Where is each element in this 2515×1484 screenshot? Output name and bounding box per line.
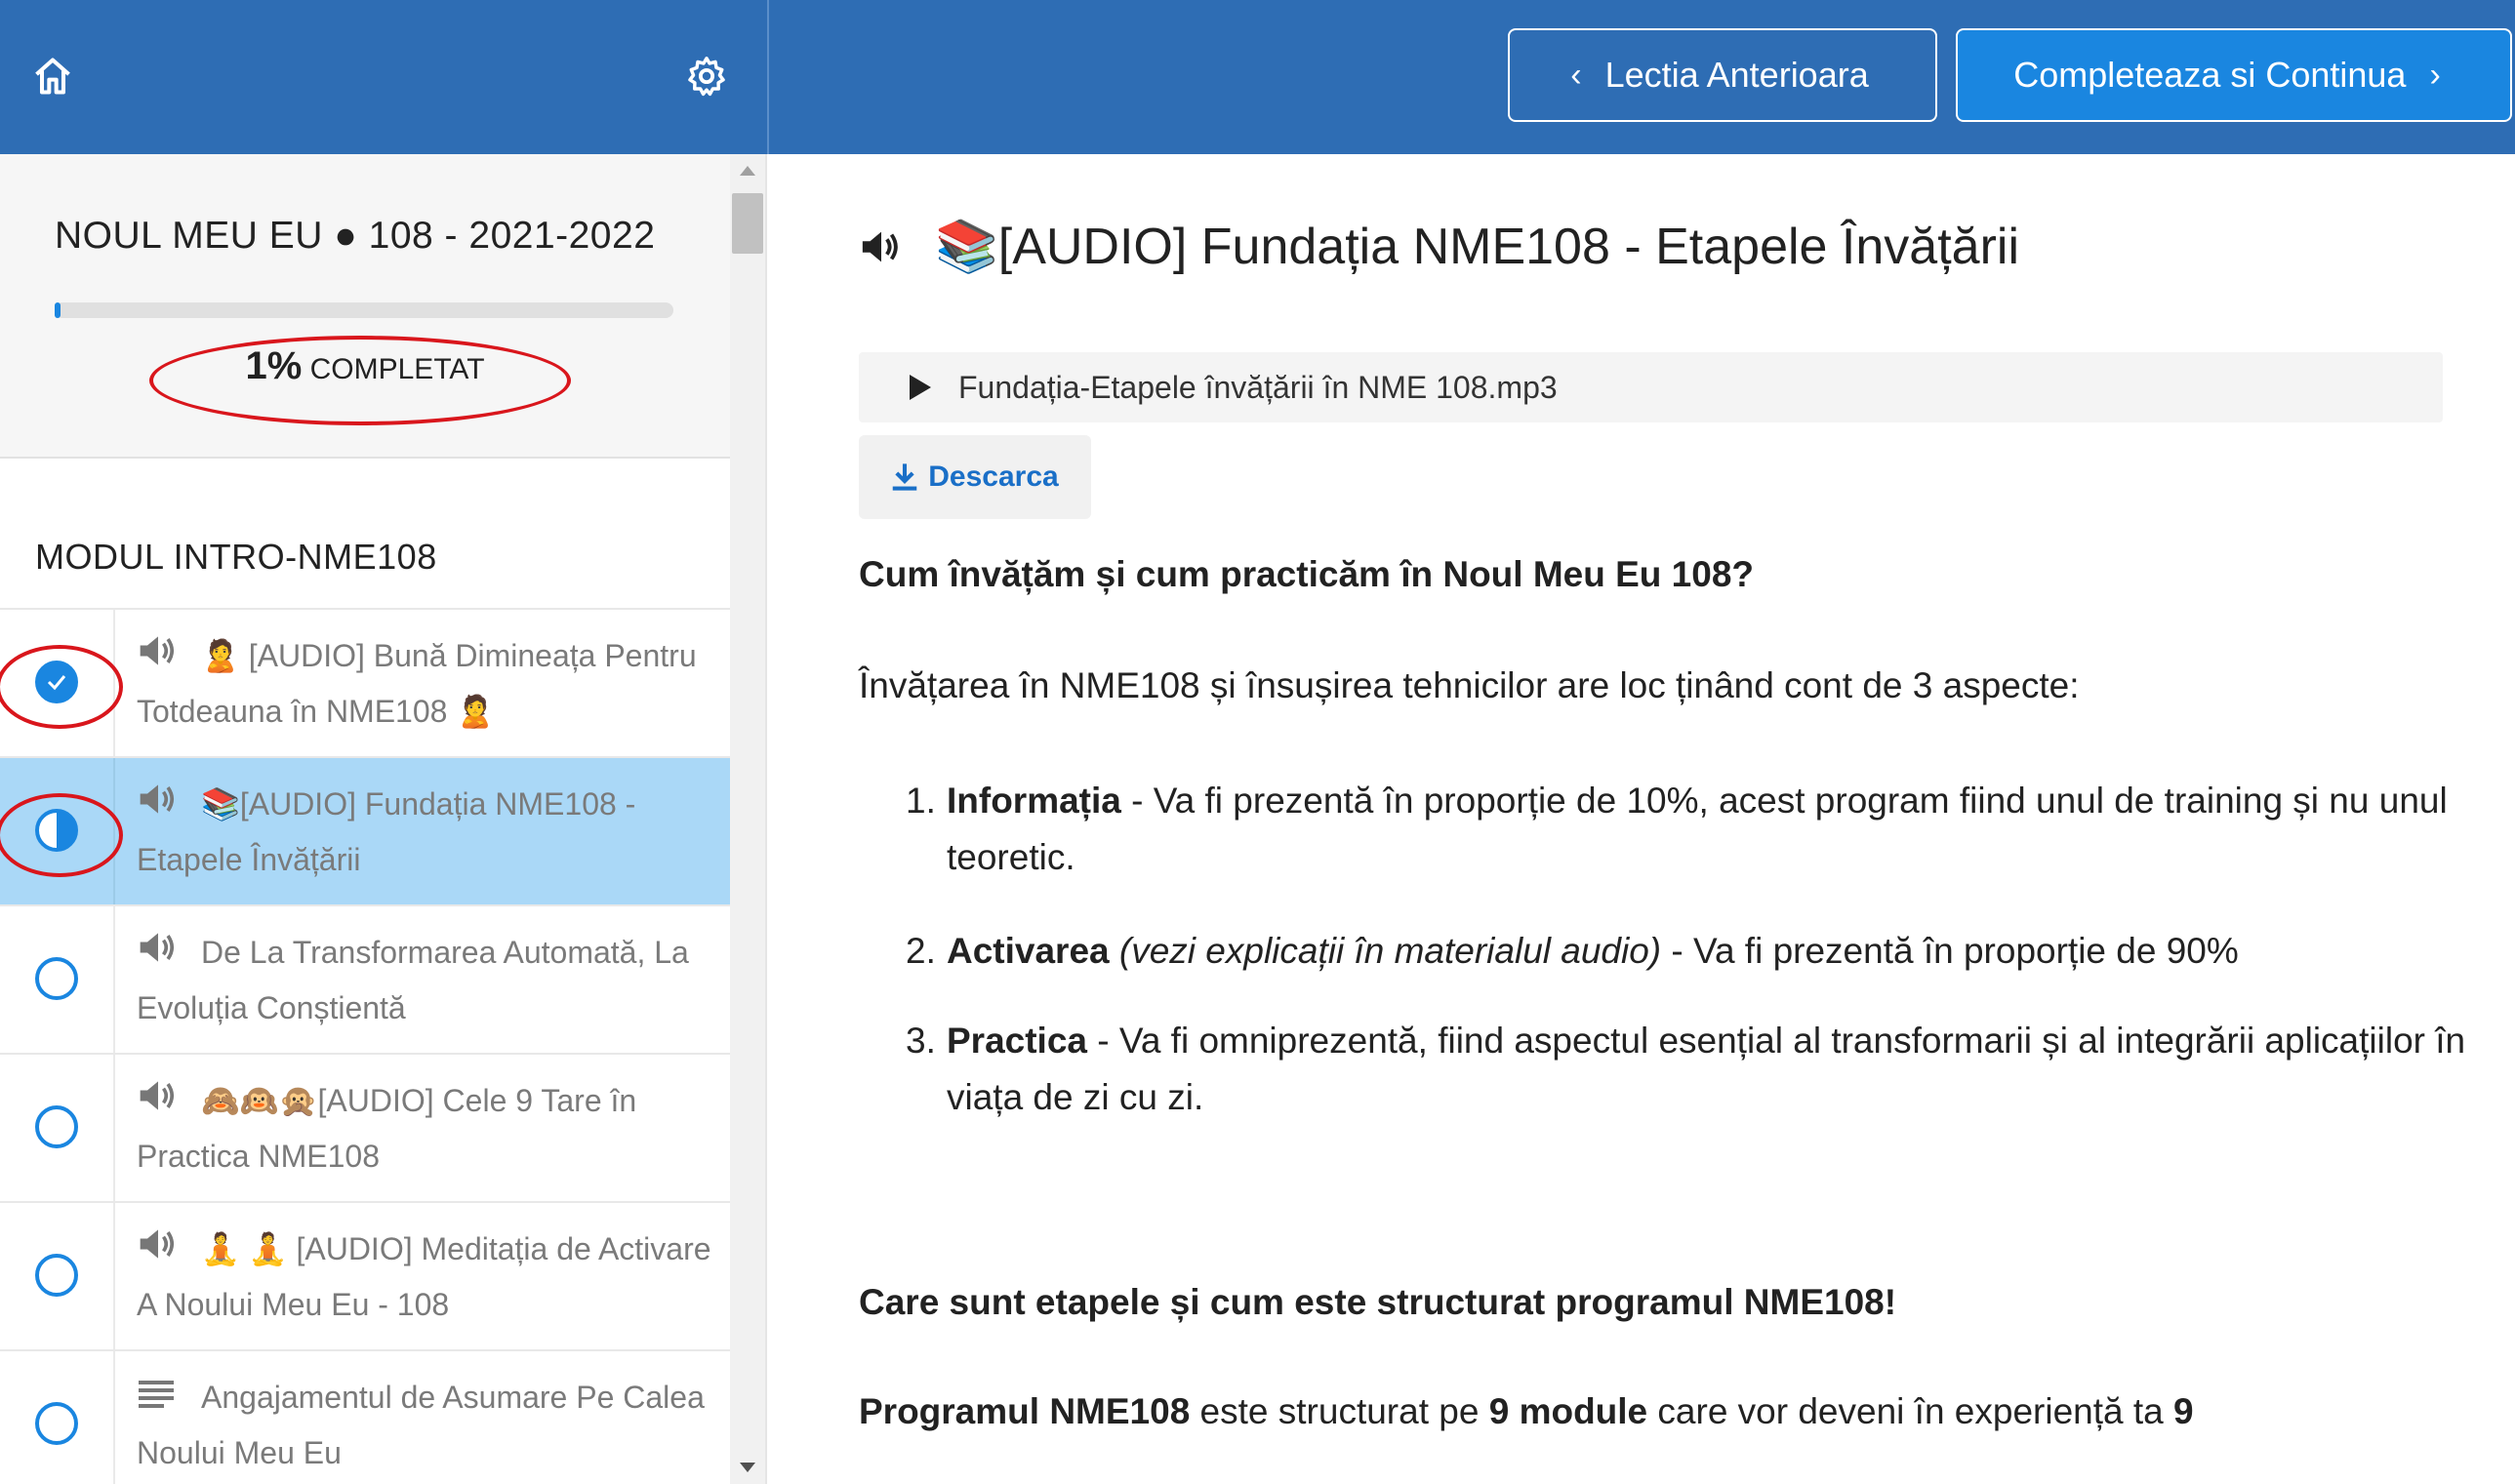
list-item-text: - Va fi omniprezentă, fiind aspectul ese… — [947, 1021, 2466, 1117]
lesson-status[interactable] — [0, 1351, 115, 1484]
chevron-right-icon: › — [2429, 56, 2441, 94]
gear-icon — [688, 57, 725, 97]
course-title: NOUL MEU EU ● 108 - 2021-2022 — [55, 215, 656, 257]
status-annotation-circle — [0, 645, 123, 729]
list-item-note: (vezi explicații în materialul audio) — [1109, 931, 1662, 971]
speaker-icon — [137, 781, 182, 833]
previous-lesson-label: Lectia Anterioara — [1604, 55, 1869, 95]
sidebar-scrollbar[interactable] — [730, 154, 765, 1484]
status-circle-icon[interactable] — [35, 1254, 78, 1297]
question-heading-1: Cum învățăm și cum practicăm în Noul Meu… — [859, 554, 1755, 594]
list-item-title: Activarea — [947, 931, 1110, 971]
course-sidebar: NOUL MEU EU ● 108 - 2021-2022 1% COMPLET… — [0, 154, 767, 1484]
status-circle-icon[interactable] — [35, 1105, 78, 1148]
lesson-label: Angajamentul de Asumare Pe Calea Noului … — [137, 1380, 705, 1470]
list-item-text: - Va fi prezentă în proporție de 90% — [1661, 931, 2239, 971]
lesson-title: 📚[AUDIO] Fundația NME108 - Etapele Învăț… — [935, 219, 2019, 275]
audio-file-name: Fundația-Etapele învățării în NME 108.mp… — [958, 369, 1558, 405]
lesson-text[interactable]: 🙈🙉🙊[AUDIO] Cele 9 Tare în Practica NME10… — [137, 1074, 722, 1183]
settings-button[interactable] — [681, 51, 732, 101]
lesson-title-row: 📚[AUDIO] Fundația NME108 - Etapele Învăț… — [859, 217, 2019, 276]
speaker-icon — [137, 1077, 182, 1130]
list-item-title: Practica — [947, 1021, 1087, 1061]
lesson-text[interactable]: Angajamentul de Asumare Pe Calea Noului … — [137, 1371, 722, 1479]
lesson-status[interactable] — [0, 1203, 115, 1349]
module-count: 9 module — [1488, 1391, 1648, 1431]
question-heading-2: Care sunt etapele și cum este structurat… — [859, 1282, 1897, 1322]
chevron-left-icon: ‹ — [1570, 56, 1582, 94]
lesson-text[interactable]: De La Transformarea Automată, La Evoluți… — [137, 926, 722, 1034]
lesson-label: 🙈🙉🙊[AUDIO] Cele 9 Tare în Practica NME10… — [137, 1083, 637, 1174]
speaker-icon — [859, 227, 904, 266]
status-circle-icon[interactable] — [35, 1402, 78, 1445]
lesson-status[interactable] — [0, 610, 123, 756]
lesson-item[interactable]: De La Transformarea Automată, La Evoluți… — [0, 904, 730, 1053]
program-text: este structurat pe — [1190, 1391, 1489, 1431]
lesson-item[interactable]: 🧘 🧘 [AUDIO] Meditația de Activare A Noul… — [0, 1201, 730, 1349]
lesson-list: 🙎 [AUDIO] Bună Dimineața Pentru Totdeaun… — [0, 608, 730, 1484]
previous-lesson-button[interactable]: ‹ Lectia Anterioara — [1508, 28, 1937, 122]
lesson-status[interactable] — [0, 758, 123, 904]
home-button[interactable] — [27, 51, 78, 101]
lesson-label: 📚[AUDIO] Fundația NME108 - Etapele Învăț… — [137, 786, 636, 877]
lesson-text[interactable]: 📚[AUDIO] Fundația NME108 - Etapele Învăț… — [137, 778, 722, 886]
download-icon — [891, 462, 918, 492]
lesson-text[interactable]: 🧘 🧘 [AUDIO] Meditația de Activare A Noul… — [137, 1223, 722, 1331]
lesson-status[interactable] — [0, 906, 115, 1053]
status-annotation-circle — [0, 793, 123, 877]
list-item: 1. Informația - Va fi prezentă în proporț… — [859, 773, 2469, 886]
status-circle-icon[interactable] — [35, 957, 78, 1000]
download-button[interactable]: Descarca — [859, 435, 1091, 519]
complete-continue-button[interactable]: Completeaza si Continua › — [1956, 28, 2512, 122]
list-item: 2. Activarea (vezi explicații în material… — [859, 923, 2239, 980]
speaker-icon — [137, 632, 182, 685]
list-item: 3. Practica - Va fi omniprezentă, fiind a… — [859, 1013, 2469, 1126]
list-item-text: - Va fi prezentă în proporție de 10%, ac… — [947, 781, 2448, 877]
lesson-item[interactable]: 🙎 [AUDIO] Bună Dimineața Pentru Totdeaun… — [0, 608, 730, 756]
course-progress-fill — [55, 302, 61, 318]
complete-continue-label: Completeaza si Continua — [2013, 55, 2407, 95]
lesson-content: 📚[AUDIO] Fundația NME108 - Etapele Învăț… — [769, 154, 2515, 1484]
lesson-label: 🙎 [AUDIO] Bună Dimineața Pentru Totdeaun… — [137, 638, 697, 729]
program-text: care vor deveni în experiență ta — [1647, 1391, 2174, 1431]
lesson-item[interactable]: 📚[AUDIO] Fundația NME108 - Etapele Învăț… — [0, 756, 730, 904]
course-header: NOUL MEU EU ● 108 - 2021-2022 1% COMPLET… — [0, 154, 730, 459]
scroll-up-arrow[interactable] — [740, 166, 755, 176]
lesson-item[interactable]: Angajamentul de Asumare Pe Calea Noului … — [0, 1349, 730, 1484]
scroll-down-arrow[interactable] — [740, 1463, 755, 1472]
scrollbar-thumb[interactable] — [732, 193, 763, 254]
list-number: 3. — [906, 1021, 936, 1061]
progress-annotation-circle — [149, 336, 571, 425]
list-item-title: Informația — [947, 781, 1121, 821]
lesson-label: De La Transformarea Automată, La Evoluți… — [137, 935, 689, 1025]
intro-paragraph: Învățarea în NME108 și însușirea tehnici… — [859, 665, 2080, 705]
speaker-icon — [137, 929, 182, 982]
lesson-text[interactable]: 🙎 [AUDIO] Bună Dimineața Pentru Totdeaun… — [137, 629, 722, 738]
home-icon — [35, 58, 70, 95]
audio-player[interactable]: Fundația-Etapele învățării în NME 108.mp… — [859, 352, 2443, 422]
program-number: 9 — [2173, 1391, 2194, 1431]
top-bar: ‹ Lectia Anterioara Completeaza si Conti… — [0, 0, 2515, 154]
course-progress-bar — [55, 302, 673, 318]
download-label: Descarca — [928, 461, 1059, 493]
lesson-item[interactable]: 🙈🙉🙊[AUDIO] Cele 9 Tare în Practica NME10… — [0, 1053, 730, 1201]
lesson-label: 🧘 🧘 [AUDIO] Meditația de Activare A Noul… — [137, 1231, 711, 1322]
speaker-icon — [137, 1225, 182, 1278]
program-name: Programul NME108 — [859, 1391, 1191, 1431]
list-number: 2. — [906, 931, 936, 971]
lesson-status[interactable] — [0, 1055, 115, 1201]
module-title: MODUL INTRO-NME108 — [35, 537, 437, 577]
program-paragraph: Programul NME108 este structurat pe 9 mo… — [859, 1391, 2194, 1432]
header-divider — [767, 0, 769, 154]
play-icon[interactable] — [910, 375, 931, 400]
list-number: 1. — [906, 781, 936, 821]
text-lines-icon — [137, 1374, 182, 1426]
